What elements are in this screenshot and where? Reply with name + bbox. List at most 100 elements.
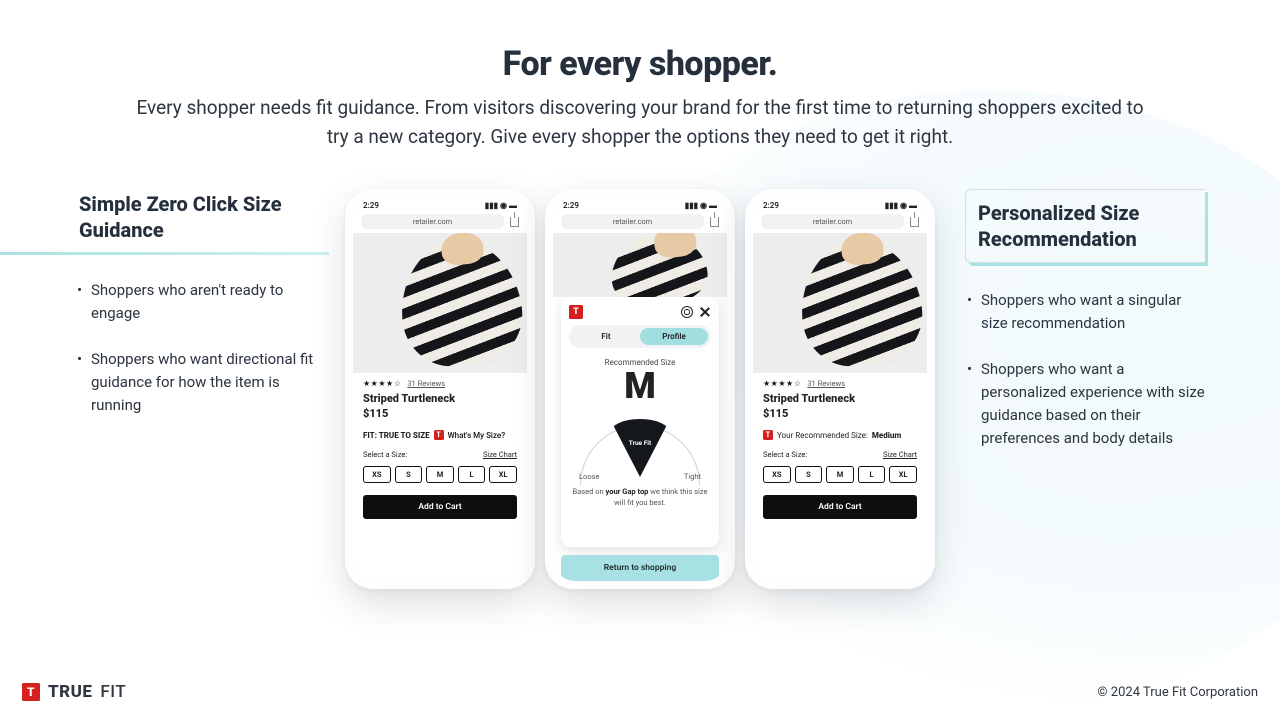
rec-value: Medium <box>872 431 901 440</box>
add-to-cart-button[interactable]: Add to Cart <box>763 495 917 519</box>
rating-row: ★★★★☆ 31 Reviews <box>363 379 517 388</box>
tab-profile[interactable]: Profile <box>640 328 708 345</box>
gauge-needle-label: True Fit <box>629 439 651 447</box>
brand-fit: FIT <box>100 682 126 702</box>
size-option-s[interactable]: S <box>395 466 423 483</box>
size-options: XS S M L XL <box>763 466 917 483</box>
phone-mockups: 2:29 ▮▮▮ ◉ ▬ retailer.com ★★★★☆ 31 Revie… <box>345 189 935 589</box>
size-option-s[interactable]: S <box>795 466 823 483</box>
url-field[interactable]: retailer.com <box>761 214 904 229</box>
size-bar: Select a Size: Size Chart <box>763 450 917 459</box>
status-icons: ▮▮▮ ◉ ▬ <box>685 201 717 210</box>
stars-icon: ★★★★☆ <box>763 379 801 388</box>
list-item: Shoppers who want directional fit guidan… <box>75 348 323 418</box>
status-icons: ▮▮▮ ◉ ▬ <box>485 201 517 210</box>
url-bar: retailer.com <box>761 214 919 229</box>
panel-zero-click: Simple Zero Click Size Guidance Shoppers… <box>69 189 329 439</box>
product-image <box>753 233 927 373</box>
size-option-m[interactable]: M <box>826 466 854 483</box>
battery-icon: ▬ <box>909 201 917 210</box>
url-field[interactable]: retailer.com <box>561 214 704 229</box>
sweater-illustration <box>795 235 927 371</box>
product-price: $115 <box>763 407 917 420</box>
based-on-text: Based on your Gap top we think this size… <box>569 487 711 508</box>
status-icons: ▮▮▮ ◉ ▬ <box>885 201 917 210</box>
panel-personalized: Personalized Size Recommendation Shopper… <box>951 189 1211 473</box>
modal-top-row: T <box>569 305 711 319</box>
add-to-cart-button[interactable]: Add to Cart <box>363 495 517 519</box>
profile-icon[interactable] <box>681 306 693 318</box>
size-option-l[interactable]: L <box>458 466 486 483</box>
status-bar: 2:29 ▮▮▮ ◉ ▬ <box>353 197 527 212</box>
select-size-label: Select a Size: <box>763 450 807 459</box>
size-bar: Select a Size: Size Chart <box>363 450 517 459</box>
size-option-m[interactable]: M <box>426 466 454 483</box>
fit-line: FIT: TRUE TO SIZE T What's My Size? <box>363 430 517 440</box>
panel-title-right: Personalized Size Recommendation <box>965 189 1205 263</box>
fit-label: FIT: TRUE TO SIZE <box>363 431 430 440</box>
status-time: 2:29 <box>763 201 779 210</box>
sweater-illustration <box>395 235 527 371</box>
tab-fit[interactable]: Fit <box>572 328 640 345</box>
close-icon[interactable] <box>699 306 711 318</box>
signal-icon: ▮▮▮ <box>885 201 898 210</box>
select-size-label: Select a Size: <box>363 450 407 459</box>
product-title: Striped Turtleneck <box>363 392 517 405</box>
phone-screen: 2:29 ▮▮▮ ◉ ▬ retailer.com ★★★★☆ 31 Revie… <box>753 197 927 581</box>
stars-icon: ★★★★☆ <box>363 379 401 388</box>
reviews-link[interactable]: 31 Reviews <box>407 379 445 388</box>
product-image <box>553 233 727 297</box>
status-time: 2:29 <box>563 201 579 210</box>
size-option-xl[interactable]: XL <box>489 466 517 483</box>
size-option-xs[interactable]: XS <box>363 466 391 483</box>
share-icon[interactable] <box>510 217 519 227</box>
product-image <box>353 233 527 373</box>
segmented-control[interactable]: Fit Profile <box>569 325 711 348</box>
panel-bullets-left: Shoppers who aren't ready to engage Shop… <box>75 279 323 417</box>
wifi-icon: ◉ <box>900 201 907 210</box>
truefit-badge-icon: T <box>569 305 583 319</box>
size-options: XS S M L XL <box>363 466 517 483</box>
hero-heading: For every shopper. Every shopper needs f… <box>0 0 1280 151</box>
product-title: Striped Turtleneck <box>763 392 917 405</box>
recommended-size-value: M <box>569 365 711 407</box>
truefit-badge-icon: T <box>763 430 773 440</box>
product-price: $115 <box>363 407 517 420</box>
content-row: Simple Zero Click Size Guidance Shoppers… <box>0 189 1280 589</box>
signal-icon: ▮▮▮ <box>485 201 498 210</box>
wifi-icon: ◉ <box>700 201 707 210</box>
return-to-shopping-button[interactable]: Return to shopping <box>561 555 719 581</box>
product-body: ★★★★☆ 31 Reviews Striped Turtleneck $115… <box>753 373 927 581</box>
status-time: 2:29 <box>363 201 379 210</box>
page-subtitle: Every shopper needs fit guidance. From v… <box>135 94 1145 151</box>
url-field[interactable]: retailer.com <box>361 214 504 229</box>
panel-bullets-right: Shoppers who want a singular size recomm… <box>965 289 1205 451</box>
fit-gauge: True Fit Loose Tight <box>569 409 711 481</box>
status-bar: 2:29 ▮▮▮ ◉ ▬ <box>553 197 727 212</box>
size-option-xs[interactable]: XS <box>763 466 791 483</box>
rating-row: ★★★★☆ 31 Reviews <box>763 379 917 388</box>
url-bar: retailer.com <box>361 214 519 229</box>
recommended-size-line: T Your Recommended Size: Medium <box>763 430 917 440</box>
fit-modal: T Fit Profile Recommended Size M <box>561 297 719 547</box>
gauge-needle <box>610 419 670 477</box>
footer: T TRUE FIT © 2024 True Fit Corporation <box>22 682 1258 702</box>
size-chart-link[interactable]: Size Chart <box>883 450 917 459</box>
size-option-l[interactable]: L <box>858 466 886 483</box>
gauge-loose-label: Loose <box>579 472 599 481</box>
gauge-labels: Loose Tight <box>579 472 701 481</box>
size-chart-link[interactable]: Size Chart <box>483 450 517 459</box>
share-icon[interactable] <box>710 217 719 227</box>
gauge-tight-label: Tight <box>684 472 701 481</box>
copyright: © 2024 True Fit Corporation <box>1097 685 1258 700</box>
share-icon[interactable] <box>910 217 919 227</box>
brand-true: TRUE <box>48 682 92 702</box>
truefit-badge-icon: T <box>22 683 40 701</box>
truefit-badge-icon: T <box>434 430 444 440</box>
reviews-link[interactable]: 31 Reviews <box>807 379 845 388</box>
list-item: Shoppers who aren't ready to engage <box>75 279 323 326</box>
phone-screen: 2:29 ▮▮▮ ◉ ▬ retailer.com ★★★★☆ 31 Revie… <box>353 197 527 581</box>
whats-my-size-link[interactable]: What's My Size? <box>448 431 506 440</box>
size-option-xl[interactable]: XL <box>889 466 917 483</box>
brand-logo: T TRUE FIT <box>22 682 126 702</box>
